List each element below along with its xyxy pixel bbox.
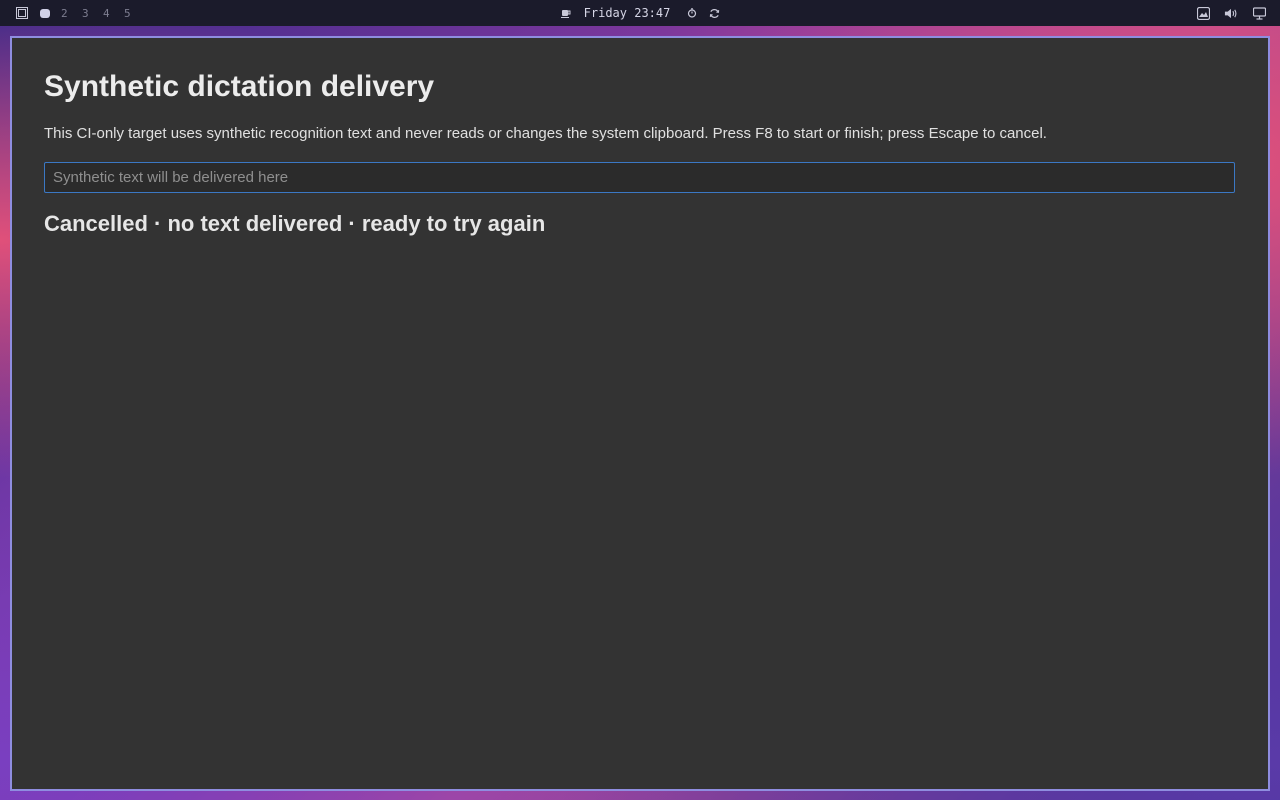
status-message: Cancelled · no text delivered · ready to… bbox=[44, 211, 546, 236]
workspace-1-active[interactable] bbox=[40, 8, 61, 18]
page-title: Synthetic dictation delivery bbox=[44, 70, 435, 103]
top-bar: 2 3 4 5 Friday 23:47 bbox=[0, 0, 1280, 26]
active-workspace-dot bbox=[40, 8, 50, 18]
system-tray bbox=[1196, 0, 1266, 26]
monitor-icon[interactable] bbox=[1252, 6, 1266, 20]
workspace-2[interactable]: 2 bbox=[61, 7, 82, 20]
refresh-icon[interactable] bbox=[708, 7, 720, 19]
workspace-switcher: 2 3 4 5 bbox=[16, 0, 145, 26]
window-frame-icon[interactable] bbox=[16, 7, 28, 19]
workspace-3[interactable]: 3 bbox=[82, 7, 103, 20]
clock-area: Friday 23:47 bbox=[0, 0, 1280, 26]
workspace-5[interactable]: 5 bbox=[124, 7, 145, 20]
timer-icon[interactable] bbox=[686, 7, 698, 19]
synthetic-text-input[interactable] bbox=[44, 162, 1235, 193]
description-text: This CI-only target uses synthetic recog… bbox=[44, 125, 1047, 142]
clock[interactable]: Friday 23:47 bbox=[584, 6, 671, 20]
coffee-icon[interactable] bbox=[560, 7, 572, 19]
image-icon[interactable] bbox=[1196, 6, 1210, 20]
volume-icon[interactable] bbox=[1224, 6, 1238, 20]
app-window: Synthetic dictation delivery This CI-onl… bbox=[10, 36, 1270, 791]
workspace-4[interactable]: 4 bbox=[103, 7, 124, 20]
